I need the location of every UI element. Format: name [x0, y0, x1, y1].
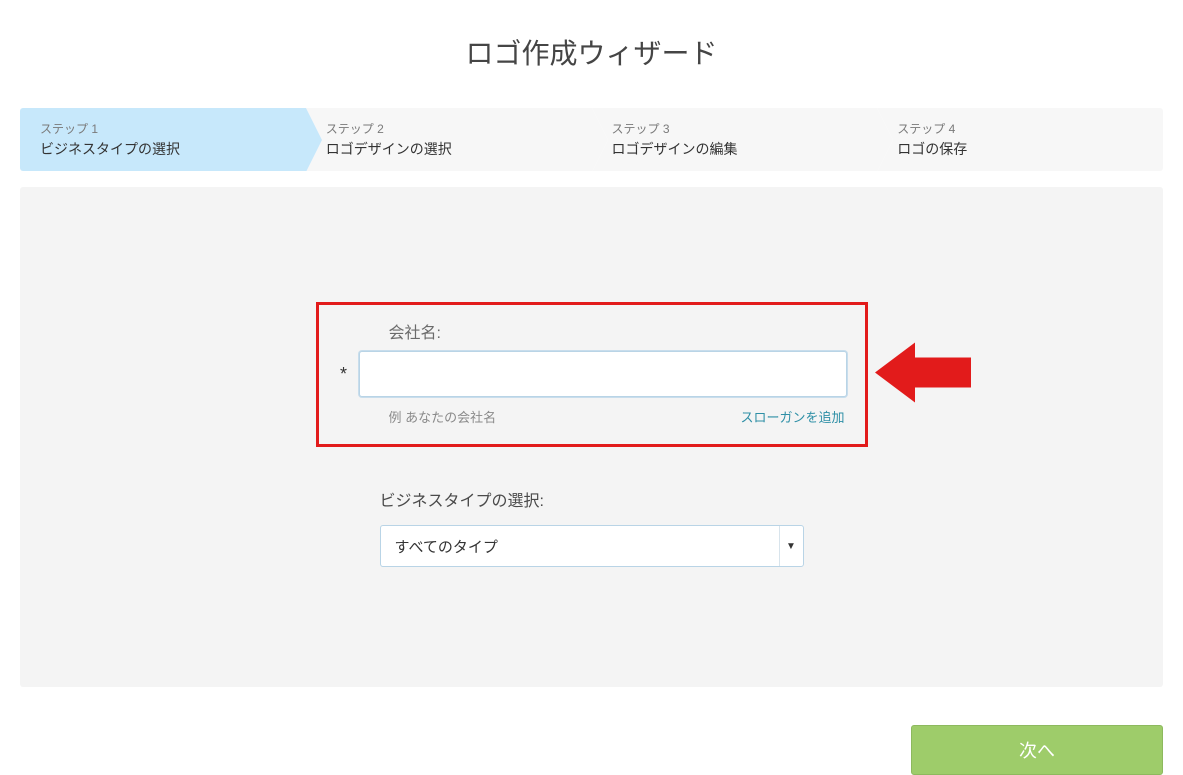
- steps-bar: ステップ 1 ビジネスタイプの選択 ステップ 2 ロゴデザインの選択 ステップ …: [20, 108, 1163, 171]
- business-type-label: ビジネスタイプの選択:: [380, 487, 804, 511]
- step-num: ステップ 3: [612, 120, 858, 137]
- step-label: ロゴデザインの編集: [612, 141, 738, 157]
- step-1[interactable]: ステップ 1 ビジネスタイプの選択: [20, 108, 306, 171]
- page-title: ロゴ作成ウィザード: [0, 0, 1183, 108]
- business-type-select[interactable]: すべてのタイプ ▼: [380, 525, 804, 567]
- step-num: ステップ 4: [897, 120, 1143, 137]
- company-hint-row: 例 あなたの会社名 スローガンを追加: [389, 407, 845, 426]
- company-example: 例 あなたの会社名: [389, 407, 497, 426]
- company-label: 会社名:: [389, 319, 847, 343]
- step-2[interactable]: ステップ 2 ロゴデザインの選択: [306, 108, 592, 171]
- step-label: ビジネスタイプの選択: [40, 141, 180, 157]
- step-label: ロゴの保存: [897, 141, 967, 157]
- chevron-down-icon: ▼: [779, 526, 803, 566]
- company-name-input[interactable]: [359, 351, 847, 397]
- required-mark: *: [337, 364, 351, 385]
- next-button[interactable]: 次へ: [911, 725, 1163, 775]
- company-highlight: 会社名: * 例 あなたの会社名 スローガンを追加: [316, 302, 868, 447]
- business-type-selected: すべてのタイプ: [381, 536, 779, 557]
- annotation-arrow-icon: [875, 337, 971, 412]
- company-field-row: *: [337, 351, 847, 397]
- step-label: ロゴデザインの選択: [326, 141, 452, 157]
- step-4[interactable]: ステップ 4 ロゴの保存: [877, 108, 1163, 171]
- step-num: ステップ 1: [40, 120, 286, 137]
- form-panel: 会社名: * 例 あなたの会社名 スローガンを追加 ビジネスタイプの選択: すべ…: [20, 187, 1163, 687]
- step-num: ステップ 2: [326, 120, 572, 137]
- add-slogan-link[interactable]: スローガンを追加: [740, 407, 844, 426]
- business-type-section: ビジネスタイプの選択: すべてのタイプ ▼: [380, 487, 804, 567]
- step-3[interactable]: ステップ 3 ロゴデザインの編集: [592, 108, 878, 171]
